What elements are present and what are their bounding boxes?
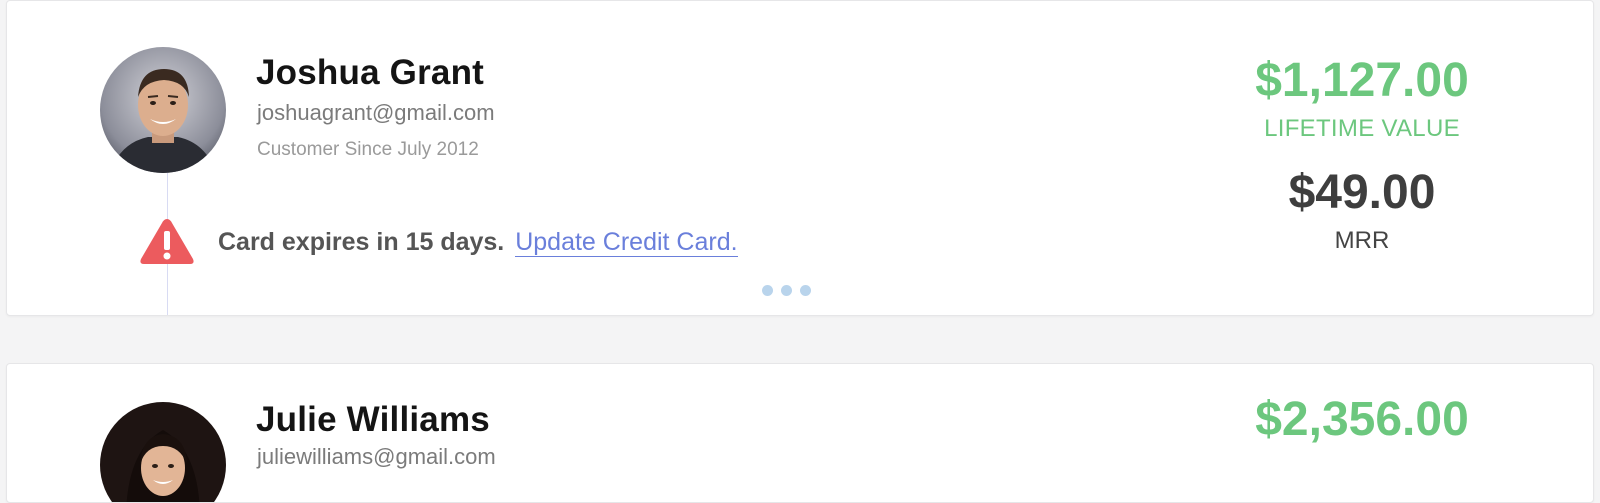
customer-name: Julie Williams [256,400,490,439]
card-expiry-alert: Card expires in 15 days. Update Credit C… [218,228,738,257]
alert-text: Card expires in 15 days. [218,228,505,256]
customer-email: juliewilliams@gmail.com [257,444,496,469]
customer-card: Joshua Grant joshuagrant@gmail.com Custo… [6,0,1594,316]
avatar[interactable] [100,402,226,502]
avatar[interactable] [100,47,226,173]
lifetime-value: $2,356.00 [1255,393,1469,446]
lifetime-value-label: LIFETIME VALUE [1264,115,1460,142]
avatar-photo [100,47,226,173]
more-dots-icon[interactable] [762,285,811,296]
customer-stats: $2,356.00 [1207,396,1517,444]
warning-triangle-icon [138,216,196,266]
customer-stats: $1,127.00 LIFETIME VALUE $49.00 MRR [1207,57,1517,255]
dot [800,285,811,296]
customer-email: joshuagrant@gmail.com [257,100,495,125]
customer-card: Julie Williams juliewilliams@gmail.com $… [6,363,1594,503]
dot [781,285,792,296]
update-credit-card-link[interactable]: Update Credit Card. [515,228,738,257]
customer-name: Joshua Grant [256,53,485,92]
avatar-photo [100,402,226,502]
lifetime-value: $1,127.00 [1255,54,1469,107]
mrr-label: MRR [1334,227,1390,254]
mrr-value: $49.00 [1288,166,1436,219]
customer-since: Customer Since July 2012 [257,139,479,160]
dot [762,285,773,296]
